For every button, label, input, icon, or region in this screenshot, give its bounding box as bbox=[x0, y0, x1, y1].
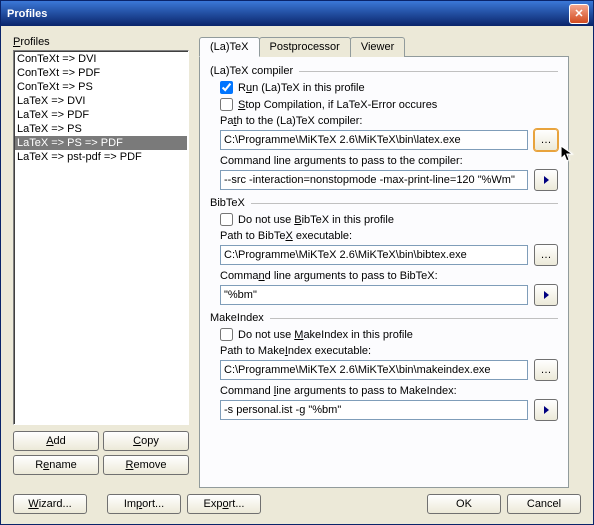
bibtex-group-header: BibTeX bbox=[210, 197, 245, 209]
ellipsis-icon: … bbox=[541, 364, 552, 376]
list-item[interactable]: LaTeX => PS bbox=[15, 122, 187, 136]
makeindex-group-header: MakeIndex bbox=[210, 312, 264, 324]
makeindex-args-menu-button[interactable] bbox=[534, 399, 558, 421]
latex-args-menu-button[interactable] bbox=[534, 169, 558, 191]
list-item[interactable]: ConTeXt => PS bbox=[15, 80, 187, 94]
list-item[interactable]: LaTeX => DVI bbox=[15, 94, 187, 108]
latex-args-label: Command line arguments to pass to the co… bbox=[220, 155, 463, 167]
bibtex-path-label: Path to BibTeX executable: bbox=[220, 230, 352, 242]
skip-makeindex-label[interactable]: Do not use MakeIndex in this profile bbox=[238, 329, 413, 341]
makeindex-path-label: Path to MakeIndex executable: bbox=[220, 345, 371, 357]
latex-path-label: Path to the (La)TeX compiler: bbox=[220, 115, 362, 127]
profiles-listbox[interactable]: ConTeXt => DVIConTeXt => PDFConTeXt => P… bbox=[13, 50, 189, 425]
close-icon: ✕ bbox=[574, 7, 583, 20]
tab-viewer[interactable]: Viewer bbox=[350, 37, 405, 57]
ellipsis-icon: … bbox=[541, 134, 552, 146]
bibtex-args-label: Command line arguments to pass to BibTeX… bbox=[220, 270, 438, 282]
makeindex-path-input[interactable] bbox=[220, 360, 528, 380]
latex-path-browse-button[interactable]: … bbox=[534, 129, 558, 151]
bibtex-args-input[interactable] bbox=[220, 285, 528, 305]
latex-group-header: (La)TeX compiler bbox=[210, 65, 293, 77]
list-item[interactable]: LaTeX => PDF bbox=[15, 108, 187, 122]
profiles-label: rofiles bbox=[20, 36, 49, 48]
latex-path-input[interactable] bbox=[220, 130, 528, 150]
remove-button[interactable]: Remove bbox=[103, 455, 189, 475]
titlebar: Profiles ✕ bbox=[1, 1, 593, 26]
wizard-button[interactable]: Wizard... bbox=[13, 494, 87, 514]
list-item[interactable]: ConTeXt => DVI bbox=[15, 52, 187, 66]
import-button[interactable]: Import... bbox=[107, 494, 181, 514]
run-latex-checkbox[interactable] bbox=[220, 81, 233, 94]
export-button[interactable]: Export... bbox=[187, 494, 261, 514]
cancel-button[interactable]: Cancel bbox=[507, 494, 581, 514]
bibtex-path-input[interactable] bbox=[220, 245, 528, 265]
bibtex-path-browse-button[interactable]: … bbox=[534, 244, 558, 266]
stop-on-error-checkbox[interactable] bbox=[220, 98, 233, 111]
run-latex-label[interactable]: Run (La)TeX in this profile bbox=[238, 82, 365, 94]
list-item[interactable]: ConTeXt => PDF bbox=[15, 66, 187, 80]
tab-page-latex: (La)TeX compiler Run (La)TeX in this pro… bbox=[199, 56, 569, 488]
add-button[interactable]: Add bbox=[13, 431, 99, 451]
rename-button[interactable]: Rename bbox=[13, 455, 99, 475]
window-title: Profiles bbox=[7, 8, 569, 20]
skip-bibtex-label[interactable]: Do not use BibTeX in this profile bbox=[238, 214, 394, 226]
makeindex-path-browse-button[interactable]: … bbox=[534, 359, 558, 381]
arrow-right-icon bbox=[544, 176, 549, 184]
skip-bibtex-checkbox[interactable] bbox=[220, 213, 233, 226]
bibtex-args-menu-button[interactable] bbox=[534, 284, 558, 306]
skip-makeindex-checkbox[interactable] bbox=[220, 328, 233, 341]
latex-args-input[interactable] bbox=[220, 170, 528, 190]
list-item[interactable]: LaTeX => PS => PDF bbox=[15, 136, 187, 150]
list-item[interactable]: LaTeX => pst-pdf => PDF bbox=[15, 150, 187, 164]
ellipsis-icon: … bbox=[541, 249, 552, 261]
stop-on-error-label[interactable]: Stop Compilation, if LaTeX-Error occures bbox=[238, 99, 437, 111]
ok-button[interactable]: OK bbox=[427, 494, 501, 514]
tab-latex[interactable]: (La)TeX bbox=[199, 37, 260, 57]
arrow-right-icon bbox=[544, 291, 549, 299]
tab-postprocessor[interactable]: Postprocessor bbox=[259, 37, 351, 57]
close-button[interactable]: ✕ bbox=[569, 4, 589, 24]
copy-button[interactable]: Copy bbox=[103, 431, 189, 451]
arrow-right-icon bbox=[544, 406, 549, 414]
makeindex-args-label: Command line arguments to pass to MakeIn… bbox=[220, 385, 457, 397]
makeindex-args-input[interactable] bbox=[220, 400, 528, 420]
